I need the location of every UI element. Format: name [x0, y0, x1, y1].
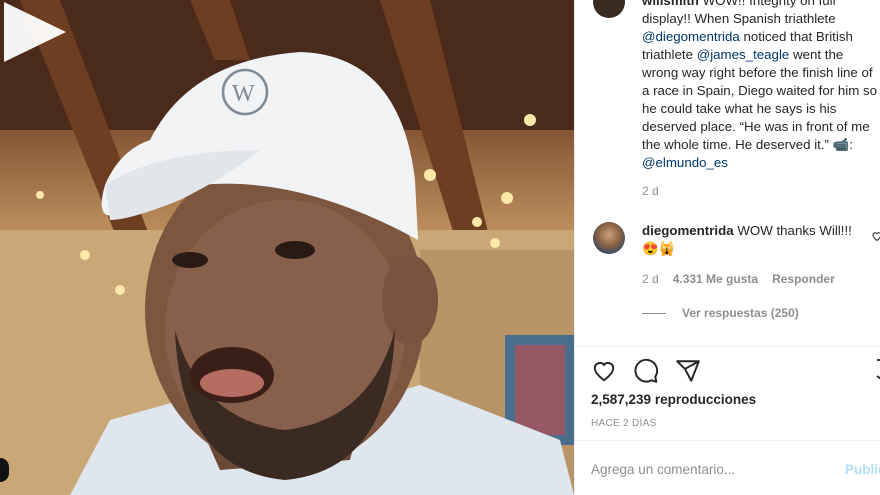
views-label: reproducciones: [654, 392, 757, 407]
author-avatar[interactable]: [593, 0, 625, 18]
section-divider: [575, 346, 880, 347]
add-comment-input[interactable]: Agrega un comentario...: [591, 462, 735, 477]
share-icon[interactable]: [675, 358, 701, 384]
publish-button[interactable]: Publicar: [845, 462, 880, 477]
svg-text:W: W: [232, 81, 255, 107]
comment-meta: 2 d 4.331 Me gusta Responder: [642, 272, 835, 286]
post-caption: willsmith WOW!! Integrity on full displa…: [642, 0, 880, 172]
video-player[interactable]: W: [0, 0, 574, 495]
caption-mention-james-teagle[interactable]: @james_teagle: [697, 47, 790, 62]
video-camera-emoji: 📹: [832, 137, 850, 152]
caption-timestamp[interactable]: 2 d: [642, 184, 659, 198]
action-bar: [591, 358, 701, 384]
comment-likes[interactable]: 4.331 Me gusta: [673, 272, 758, 286]
caption-username[interactable]: willsmith: [642, 0, 699, 8]
comment-username[interactable]: diegomentrida: [642, 223, 734, 238]
reply-button[interactable]: Responder: [772, 272, 835, 286]
comment-timestamp[interactable]: 2 d: [642, 272, 659, 286]
composer-divider: [575, 440, 880, 441]
view-replies-label: Ver respuestas (250): [682, 306, 799, 320]
comment-like-heart-icon[interactable]: [871, 230, 880, 242]
replies-divider-line: [642, 312, 666, 314]
view-count[interactable]: 2,587,239 reproducciones: [591, 392, 756, 407]
commenter-avatar[interactable]: [593, 222, 625, 254]
comment-body: diegomentrida WOW thanks Will!!! 😍🙀: [642, 222, 862, 258]
play-icon[interactable]: [0, 0, 70, 64]
caption-mention-elmundo-es[interactable]: @elmundo_es: [642, 155, 728, 170]
post-timestamp[interactable]: HACE 2 DÍAS: [591, 418, 657, 429]
comment-icon[interactable]: [633, 358, 659, 384]
video-frame: W: [0, 0, 574, 495]
post-sidebar: willsmith WOW!! Integrity on full displa…: [574, 0, 880, 495]
views-number: 2,587,239: [591, 392, 652, 407]
caption-mention-diegomentrida[interactable]: @diegomentrida: [642, 29, 740, 44]
heart-icon[interactable]: [591, 358, 617, 384]
view-replies-button[interactable]: Ver respuestas (250): [642, 306, 799, 320]
bookmark-icon[interactable]: [875, 358, 880, 384]
